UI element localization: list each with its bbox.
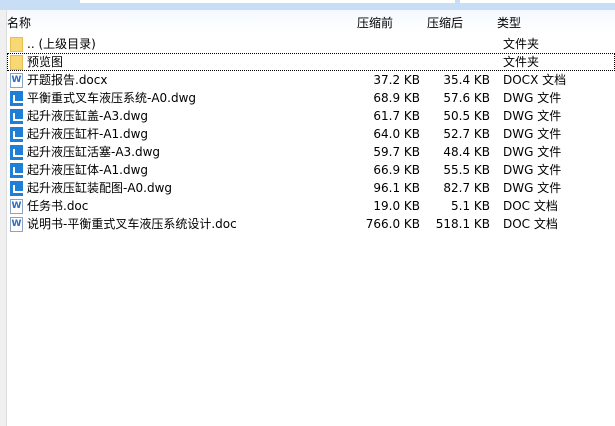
- size-before: 766.0 KB: [365, 217, 420, 231]
- file-name: 起升液压缸活塞-A3.dwg: [27, 145, 161, 159]
- size-after: 55.5 KB: [443, 163, 490, 177]
- file-name: 起升液压缸盖-A3.dwg: [27, 109, 149, 123]
- toolbar-field: [80, 0, 455, 3]
- file-row[interactable]: 平衡重式叉车液压系统-A0.dwg 68.9 KB 57.6 KB DWG 文件: [7, 89, 615, 107]
- size-before: 96.1 KB: [373, 181, 420, 195]
- column-type[interactable]: 类型: [497, 14, 521, 31]
- file-type: 文件夹: [503, 55, 540, 69]
- file-type: DWG 文件: [503, 109, 562, 123]
- file-name: 说明书-平衡重式叉车液压系统设计.doc: [27, 217, 237, 231]
- size-before: 59.7 KB: [373, 145, 420, 159]
- file-type: DWG 文件: [503, 145, 562, 159]
- file-row[interactable]: 起升液压缸杆-A1.dwg 64.0 KB 52.7 KB DWG 文件: [7, 125, 615, 143]
- file-name: 任务书.doc: [27, 199, 89, 213]
- size-after: 82.7 KB: [443, 181, 490, 195]
- size-before: 66.9 KB: [373, 163, 420, 177]
- file-name: 起升液压缸体-A1.dwg: [27, 163, 149, 177]
- file-type: DWG 文件: [503, 91, 562, 105]
- word-doc-icon: W: [10, 199, 23, 214]
- word-doc-icon: W: [10, 73, 23, 88]
- file-type: DOC 文档: [503, 199, 558, 213]
- file-name: 平衡重式叉车液压系统-A0.dwg: [27, 91, 197, 105]
- size-after: 35.4 KB: [443, 73, 490, 87]
- file-row[interactable]: 起升液压缸盖-A3.dwg 61.7 KB 50.5 KB DWG 文件: [7, 107, 615, 125]
- size-after: 50.5 KB: [443, 109, 490, 123]
- folder-icon: [10, 55, 23, 70]
- file-row[interactable]: 预览图 文件夹: [7, 53, 615, 71]
- dwg-file-icon: [10, 145, 23, 160]
- file-row[interactable]: 起升液压缸装配图-A0.dwg 96.1 KB 82.7 KB DWG 文件: [7, 179, 615, 197]
- size-after: 5.1 KB: [451, 199, 490, 213]
- word-doc-icon: W: [10, 217, 23, 232]
- size-after: 52.7 KB: [443, 127, 490, 141]
- file-row[interactable]: .. (上级目录) 文件夹: [7, 35, 615, 53]
- size-after: 57.6 KB: [443, 91, 490, 105]
- file-row[interactable]: 起升液压缸活塞-A3.dwg 59.7 KB 48.4 KB DWG 文件: [7, 143, 615, 161]
- column-size-before[interactable]: 压缩前: [357, 14, 393, 31]
- file-row[interactable]: W 开题报告.docx 37.2 KB 35.4 KB DOCX 文档: [7, 71, 615, 89]
- toolbar-field: [460, 0, 615, 3]
- dwg-file-icon: [10, 91, 23, 106]
- size-after: 518.1 KB: [435, 217, 490, 231]
- file-row[interactable]: W 说明书-平衡重式叉车液压系统设计.doc 766.0 KB 518.1 KB DOC…: [7, 215, 615, 233]
- size-before: 37.2 KB: [373, 73, 420, 87]
- size-before: 61.7 KB: [373, 109, 420, 123]
- folder-icon: [10, 37, 23, 52]
- size-before: 68.9 KB: [373, 91, 420, 105]
- left-pane-edge: [0, 10, 7, 426]
- dwg-file-icon: [10, 181, 23, 196]
- size-before: 19.0 KB: [373, 199, 420, 213]
- file-name: 预览图: [27, 55, 64, 69]
- file-name: 起升液压缸装配图-A0.dwg: [27, 181, 173, 195]
- file-row[interactable]: 起升液压缸体-A1.dwg 66.9 KB 55.5 KB DWG 文件: [7, 161, 615, 179]
- file-type: 文件夹: [503, 37, 540, 51]
- file-row[interactable]: W 任务书.doc 19.0 KB 5.1 KB DOC 文档: [7, 197, 615, 215]
- column-header: 名称 压缩前 压缩后 类型: [7, 10, 615, 33]
- file-type: DWG 文件: [503, 127, 562, 141]
- dwg-file-icon: [10, 163, 23, 178]
- file-name: 起升液压缸杆-A1.dwg: [27, 127, 149, 141]
- column-name[interactable]: 名称: [7, 14, 31, 31]
- file-type: DOCX 文档: [503, 73, 567, 87]
- column-size-after[interactable]: 压缩后: [427, 14, 463, 31]
- size-before: 64.0 KB: [373, 127, 420, 141]
- dwg-file-icon: [10, 127, 23, 142]
- file-name: .. (上级目录): [27, 37, 96, 51]
- file-type: DWG 文件: [503, 163, 562, 177]
- file-type: DWG 文件: [503, 181, 562, 195]
- file-name: 开题报告.docx: [27, 73, 108, 87]
- file-type: DOC 文档: [503, 217, 558, 231]
- dwg-file-icon: [10, 109, 23, 124]
- size-after: 48.4 KB: [443, 145, 490, 159]
